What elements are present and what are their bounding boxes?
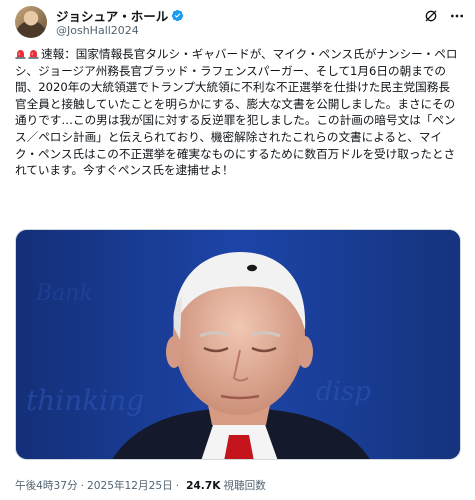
tweet-date[interactable]: 2025年12月25日 [87,478,173,493]
author-handle[interactable]: @JoshHall2024 [56,24,139,37]
meta-separator: · [175,479,180,492]
debate-photo: thinking disp Bank [16,230,460,459]
tweet-meta: 午後4時37分 · 2025年12月25日 · 24.7K 視聴回数 [15,478,266,493]
author-name-row: ジョシュア・ホール [56,6,184,25]
svg-text:disp: disp [316,377,371,407]
tweet-header: ジョシュア・ホール @JoshHall2024 [0,0,475,44]
svg-text:thinking: thinking [26,384,144,417]
svg-text:Bank: Bank [35,281,93,306]
siren-icon [28,50,39,59]
author-display-name[interactable]: ジョシュア・ホール [56,6,168,25]
siren-icon [15,50,26,59]
tweet-image[interactable]: thinking disp Bank [15,229,461,460]
views-count: 24.7K [186,479,221,492]
views-label: 視聴回数 [223,480,266,492]
verified-badge-icon [172,9,184,22]
meta-separator: · [80,479,84,492]
tweet-body: 速報：国家情報長官タルシ・ギャバードが、マイク・ペンス氏がナンシー・ペロシ、ジョ… [15,46,461,179]
avatar[interactable] [15,6,47,38]
tweet-time[interactable]: 午後4時37分 [15,478,78,493]
more-options-icon[interactable] [449,8,465,24]
grok-icon[interactable] [423,8,439,24]
tweet-text: 速報：国家情報長官タルシ・ギャバードが、マイク・ペンス氏がナンシー・ペロシ、ジョ… [15,47,458,178]
